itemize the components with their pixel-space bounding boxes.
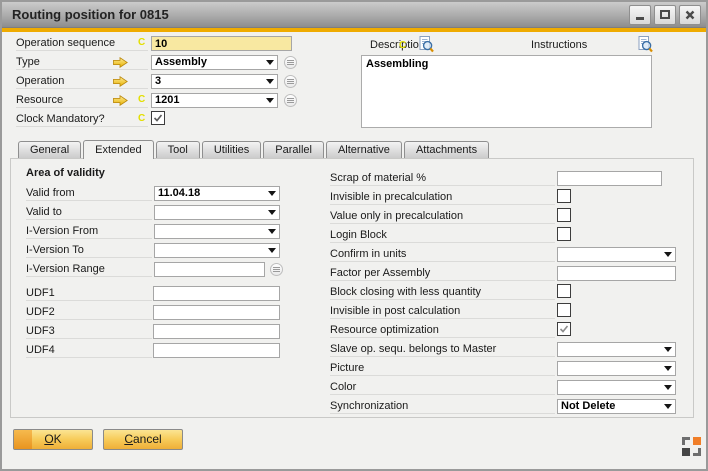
mandatory-indicator: C: [138, 37, 145, 48]
minimize-button[interactable]: [629, 5, 651, 25]
operation-choose-from-list-button[interactable]: [284, 75, 297, 88]
link-arrow-icon[interactable]: [113, 95, 128, 106]
operation-label: Operation: [16, 74, 148, 89]
resource-dropdown[interactable]: 1201: [151, 93, 278, 108]
minimize-icon: [634, 9, 646, 21]
tab-general[interactable]: General: [18, 141, 81, 159]
expand-editor-icon[interactable]: [638, 36, 653, 53]
tab-alternative[interactable]: Alternative: [326, 141, 402, 159]
title-bar[interactable]: Routing position for 0815: [2, 2, 706, 28]
expand-editor-icon[interactable]: [419, 36, 434, 53]
resource-choose-from-list-button[interactable]: [284, 94, 297, 107]
tab-content-frame: [10, 158, 694, 418]
operation-sequence-input[interactable]: [151, 36, 292, 51]
tab-tool[interactable]: Tool: [156, 141, 200, 159]
dropdown-caret-icon: [266, 60, 274, 65]
description-textarea[interactable]: Assembling: [361, 55, 652, 128]
list-icon: [286, 77, 295, 86]
link-arrow-icon[interactable]: [113, 57, 128, 68]
tab-extended[interactable]: Extended: [83, 140, 153, 159]
resource-label: Resource C: [16, 93, 148, 108]
tab-parallel[interactable]: Parallel: [263, 141, 324, 159]
window-controls: [629, 5, 701, 25]
clock-mandatory-label: Clock Mandatory? C: [16, 112, 148, 127]
check-icon: [152, 112, 164, 124]
resize-form-icon[interactable]: [682, 437, 702, 457]
maximize-icon: [659, 9, 671, 21]
list-icon: [286, 96, 295, 105]
accent-line: [2, 28, 706, 32]
dropdown-caret-icon: [266, 98, 274, 103]
mandatory-indicator: C: [138, 113, 145, 124]
operation-dropdown[interactable]: 3: [151, 74, 278, 89]
tab-utilities[interactable]: Utilities: [202, 141, 261, 159]
close-icon: [684, 9, 696, 21]
mandatory-indicator: C: [399, 40, 406, 51]
description-label: Description: [370, 39, 425, 51]
type-dropdown[interactable]: Assembly: [151, 55, 278, 70]
list-icon: [286, 58, 295, 67]
tab-attachments[interactable]: Attachments: [404, 141, 489, 159]
mandatory-indicator: C: [138, 94, 145, 105]
type-label: Type: [16, 55, 148, 70]
maximize-button[interactable]: [654, 5, 676, 25]
window-title: Routing position for 0815: [12, 2, 169, 28]
link-arrow-icon[interactable]: [113, 76, 128, 87]
type-choose-from-list-button[interactable]: [284, 56, 297, 69]
routing-position-window: Routing position for 0815 Operation sequ…: [0, 0, 708, 471]
operation-sequence-label: Operation sequence C: [16, 36, 148, 51]
close-button[interactable]: [679, 5, 701, 25]
instructions-label: Instructions: [531, 39, 587, 51]
clock-mandatory-checkbox[interactable]: [151, 111, 165, 125]
dropdown-caret-icon: [266, 79, 274, 84]
cancel-button[interactable]: Cancel: [103, 429, 183, 450]
ok-button[interactable]: OK: [13, 429, 93, 450]
tab-bar: General Extended Tool Utilities Parallel…: [18, 140, 491, 159]
